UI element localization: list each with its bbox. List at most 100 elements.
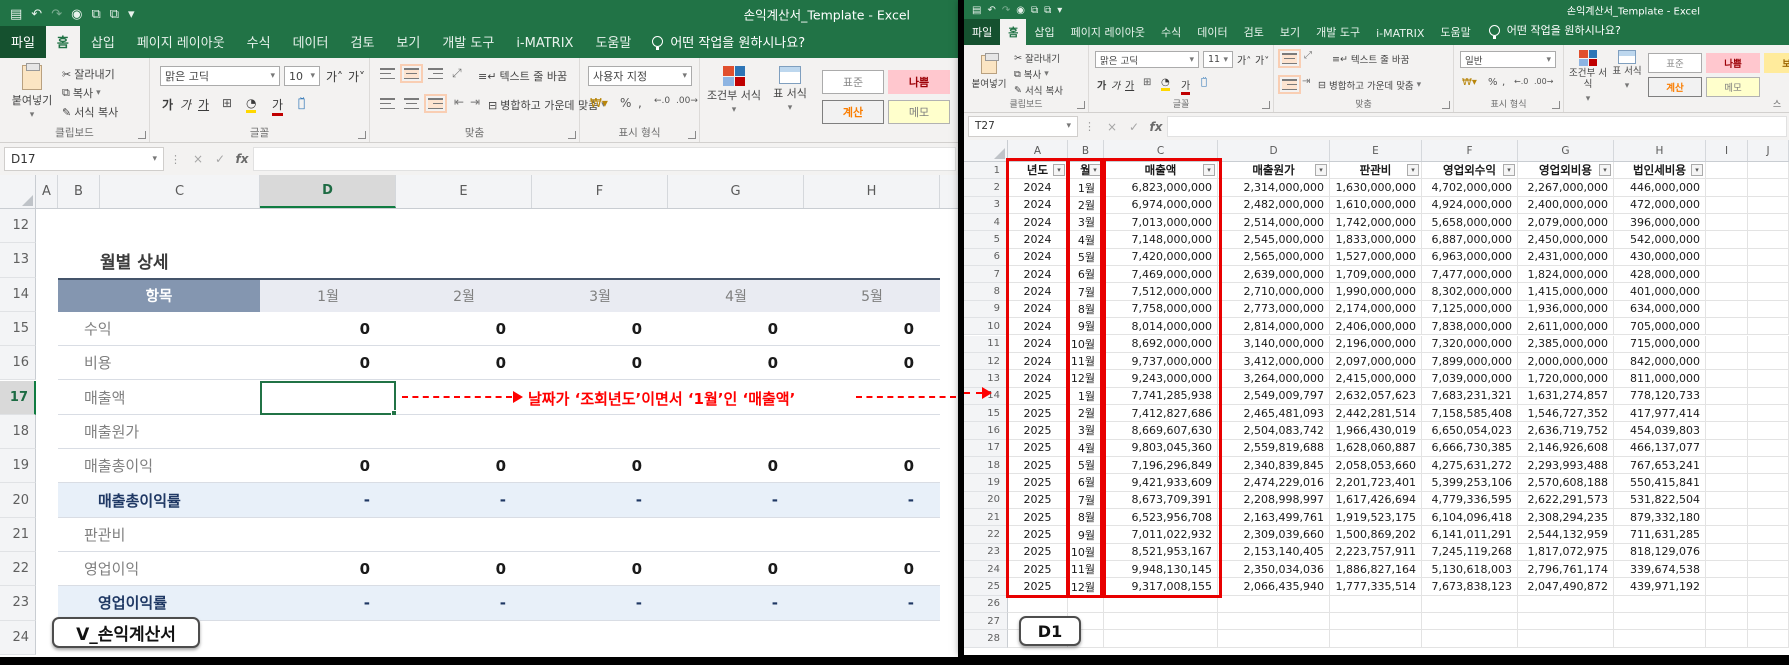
row-header-22[interactable]: 22: [964, 526, 1008, 543]
left-cell-E23[interactable]: -: [396, 586, 532, 620]
row-header-26[interactable]: 26: [964, 596, 1008, 613]
italic-button[interactable]: 가: [180, 96, 191, 113]
right-tab-t6[interactable]: 검토: [1236, 19, 1272, 45]
align-center-icon[interactable]: [404, 98, 419, 109]
copy-button[interactable]: ⧉복사▾: [62, 85, 101, 101]
row-header-18[interactable]: 18: [964, 457, 1008, 474]
italic-button[interactable]: 가: [1111, 77, 1120, 92]
data-cell-H20[interactable]: 531,822,504: [1614, 492, 1706, 509]
row-header-27[interactable]: 27: [964, 613, 1008, 630]
copy-button[interactable]: ⧉복사▾: [1014, 67, 1049, 81]
left-cell-G23[interactable]: -: [668, 586, 804, 620]
data-cell-H19[interactable]: 550,415,841: [1614, 474, 1706, 491]
filter-dropdown-icon[interactable]: ▾: [1503, 164, 1515, 176]
right-tab-t4[interactable]: 수식: [1153, 19, 1189, 45]
data-cell-D5[interactable]: 2,545,000,000: [1218, 231, 1330, 248]
data-cell-D13[interactable]: 3,264,000,000: [1218, 370, 1330, 387]
data-cell-E25[interactable]: 1,777,335,514: [1330, 578, 1422, 595]
column-header-H[interactable]: H: [804, 175, 940, 208]
data-cell-D22[interactable]: 2,309,039,660: [1218, 526, 1330, 543]
row-header-21[interactable]: 21: [964, 509, 1008, 526]
data-cell-G12[interactable]: 2,000,000,000: [1518, 353, 1614, 370]
left-cell-G22[interactable]: 0: [668, 552, 804, 586]
row-header-12[interactable]: 12: [0, 209, 36, 243]
left-tab-t6[interactable]: 검토: [339, 26, 385, 58]
name-box[interactable]: T27▾: [968, 116, 1078, 137]
data-cell-H9[interactable]: 634,000,000: [1614, 301, 1706, 318]
cell-empty[interactable]: [1706, 405, 1748, 422]
cell-empty[interactable]: [1748, 492, 1789, 509]
paste-special-icon[interactable]: ⧉: [1031, 5, 1038, 16]
increase-indent-icon[interactable]: ⇥: [470, 95, 480, 109]
left-cell-E21[interactable]: [396, 518, 532, 552]
cell-empty[interactable]: [1706, 318, 1748, 335]
cell-empty[interactable]: [1706, 301, 1748, 318]
row-header-18[interactable]: 18: [0, 415, 36, 449]
left-cell-D18[interactable]: [260, 415, 396, 449]
data-cell-G18[interactable]: 2,293,993,488: [1518, 457, 1614, 474]
data-cell-H22[interactable]: 711,631,285: [1614, 526, 1706, 543]
left-tab-t3[interactable]: 페이지 레이아웃: [126, 26, 236, 58]
right-tab-t9[interactable]: i-MATRIX: [1368, 22, 1432, 45]
decrease-decimal-icon[interactable]: .00→: [676, 96, 698, 106]
cut-button[interactable]: ✂잘라내기: [1014, 51, 1060, 65]
cell-empty[interactable]: [1068, 596, 1104, 613]
header-cell-판관비[interactable]: 판관비▾: [1330, 162, 1422, 179]
data-cell-H2[interactable]: 446,000,000: [1614, 179, 1706, 196]
cell-empty[interactable]: [1518, 596, 1614, 613]
data-cell-E12[interactable]: 2,097,000,000: [1330, 353, 1422, 370]
cell-empty[interactable]: [1706, 578, 1748, 595]
grow-font-icon[interactable]: 가˄: [1237, 52, 1251, 67]
cell-empty[interactable]: [1706, 266, 1748, 283]
row-header-25[interactable]: 25: [964, 578, 1008, 595]
cell-empty[interactable]: [1706, 162, 1748, 179]
cell-empty[interactable]: [1422, 630, 1518, 647]
left-cell-F22[interactable]: 0: [532, 552, 668, 586]
data-cell-F23[interactable]: 7,245,119,268: [1422, 544, 1518, 561]
data-cell-F22[interactable]: 6,141,011,291: [1422, 526, 1518, 543]
row-header-24[interactable]: 24: [964, 561, 1008, 578]
cell-empty[interactable]: [1104, 630, 1218, 647]
data-cell-D9[interactable]: 2,773,000,000: [1218, 301, 1330, 318]
orientation-icon[interactable]: ⤢: [452, 66, 462, 81]
camera-icon[interactable]: ◉: [71, 7, 82, 22]
wrap-text-button[interactable]: ≡↵텍스트 줄 바꿈: [1332, 52, 1409, 66]
column-header-A[interactable]: A: [36, 175, 58, 208]
data-cell-H18[interactable]: 767,653,241: [1614, 457, 1706, 474]
left-tab-t4[interactable]: 수식: [236, 26, 282, 58]
cell-empty[interactable]: [1614, 613, 1706, 630]
formula-input[interactable]: [253, 147, 956, 172]
cell-empty[interactable]: [1008, 596, 1068, 613]
data-cell-D3[interactable]: 2,482,000,000: [1218, 197, 1330, 214]
font-dialog-launcher[interactable]: [1262, 101, 1270, 109]
data-cell-D8[interactable]: 2,710,000,000: [1218, 283, 1330, 300]
bold-button[interactable]: 가: [162, 96, 173, 113]
cell-empty[interactable]: [1706, 561, 1748, 578]
data-cell-G5[interactable]: 2,450,000,000: [1518, 231, 1614, 248]
filter-dropdown-icon[interactable]: ▾: [1315, 164, 1327, 176]
row-header-13[interactable]: 13: [964, 370, 1008, 387]
phonetic-guide-icon[interactable]: 내̆: [1201, 77, 1207, 88]
undo-icon[interactable]: ↶: [987, 5, 995, 16]
left-cell-E16[interactable]: 0: [396, 346, 532, 380]
data-cell-E22[interactable]: 1,500,869,202: [1330, 526, 1422, 543]
cell-empty[interactable]: [1706, 283, 1748, 300]
alignment-dialog-launcher[interactable]: [568, 131, 576, 139]
left-cell-E15[interactable]: 0: [396, 312, 532, 346]
row-header-16[interactable]: 16: [964, 422, 1008, 439]
row-header-4[interactable]: 4: [964, 214, 1008, 231]
column-header-E[interactable]: E: [1330, 140, 1422, 161]
data-cell-D24[interactable]: 2,350,034,036: [1218, 561, 1330, 578]
data-cell-D2[interactable]: 2,314,000,000: [1218, 179, 1330, 196]
left-cell-F21[interactable]: [532, 518, 668, 552]
cell-empty[interactable]: [1706, 197, 1748, 214]
filter-dropdown-icon[interactable]: ▾: [1691, 164, 1703, 176]
data-cell-H10[interactable]: 705,000,000: [1614, 318, 1706, 335]
row-header-3[interactable]: 3: [964, 197, 1008, 214]
left-tab-t5[interactable]: 데이터: [282, 26, 340, 58]
left-cell-D22[interactable]: 0: [260, 552, 396, 586]
align-right-icon[interactable]: [1282, 79, 1297, 90]
data-cell-E11[interactable]: 2,196,000,000: [1330, 336, 1422, 353]
cell-empty[interactable]: [1706, 613, 1748, 630]
left-cell-F16[interactable]: 0: [532, 346, 668, 380]
